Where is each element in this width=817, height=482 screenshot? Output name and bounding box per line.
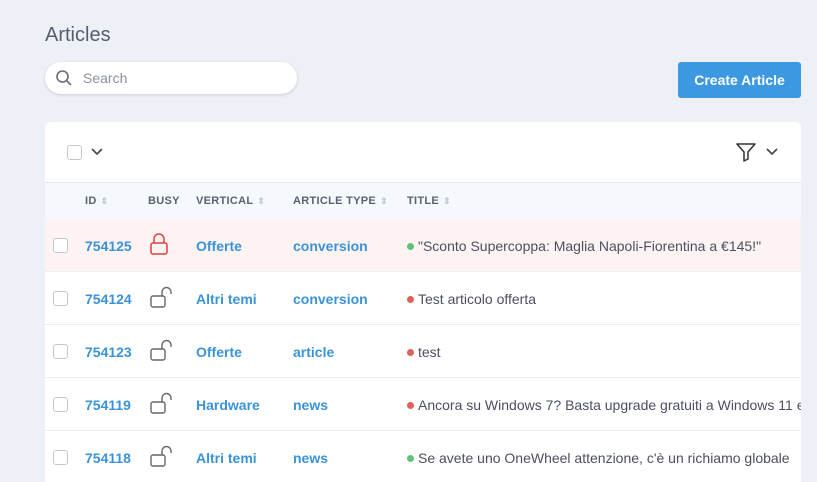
- table-row[interactable]: 754119 Hardware news Ancora su Windows 7? B…: [45, 378, 801, 431]
- column-header-id[interactable]: ID ⇕: [85, 195, 108, 207]
- table-row[interactable]: 754118 Altri temi news Se avete uno OneWhee…: [45, 431, 801, 482]
- sort-icon[interactable]: ⇕: [257, 196, 265, 206]
- status-dot-icon: [407, 243, 414, 250]
- status-dot-icon: [407, 402, 414, 409]
- column-header-vertical[interactable]: VERTICAL ⇕: [196, 195, 265, 207]
- article-title[interactable]: "Sconto Supercoppa: Maglia Napoli-Fioren…: [407, 238, 761, 254]
- title-text: Test articolo offerta: [418, 291, 537, 307]
- title-text: Ancora su Windows 7? Basta upgrade gratu…: [418, 397, 801, 413]
- status-dot-icon: [407, 296, 414, 303]
- header-label: TITLE: [407, 195, 440, 207]
- title-text: test: [418, 344, 441, 360]
- sort-icon[interactable]: ⇕: [101, 196, 109, 206]
- article-type-link[interactable]: conversion: [293, 291, 368, 307]
- search-input[interactable]: [83, 70, 273, 86]
- search-icon: [56, 70, 72, 86]
- column-header-busy: BUSY: [148, 195, 180, 207]
- article-type-link[interactable]: conversion: [293, 238, 368, 254]
- table-row[interactable]: 754124 Altri temi conversion Test articolo …: [45, 272, 801, 325]
- article-type-link[interactable]: news: [293, 397, 328, 413]
- row-checkbox[interactable]: [53, 397, 68, 412]
- row-checkbox[interactable]: [53, 344, 68, 359]
- article-id-link[interactable]: 754123: [85, 344, 132, 360]
- table-header: ID ⇕ BUSY VERTICAL ⇕ ARTICLE TYPE ⇕ TITLE ⇕: [45, 183, 801, 219]
- row-checkbox[interactable]: [53, 450, 68, 465]
- article-title[interactable]: Test articolo offerta: [407, 291, 536, 307]
- article-type-link[interactable]: article: [293, 344, 334, 360]
- select-all-checkbox[interactable]: [67, 145, 82, 160]
- title-text: "Sconto Supercoppa: Maglia Napoli-Fioren…: [418, 238, 762, 254]
- row-checkbox[interactable]: [53, 291, 68, 306]
- article-title[interactable]: Se avete uno OneWheel attenzione, c'è un…: [407, 450, 790, 466]
- table-toolbar: [45, 122, 801, 183]
- vertical-link[interactable]: Offerte: [196, 344, 242, 360]
- vertical-link[interactable]: Altri temi: [196, 291, 257, 307]
- title-text: Se avete uno OneWheel attenzione, c'è un…: [418, 450, 790, 466]
- header-label: ARTICLE TYPE: [293, 195, 377, 207]
- article-title[interactable]: Ancora su Windows 7? Basta upgrade gratu…: [407, 397, 801, 413]
- header-label: VERTICAL: [196, 195, 254, 207]
- table-row[interactable]: 754123 Offerte article test: [45, 325, 801, 378]
- lock-open-icon[interactable]: [149, 445, 173, 470]
- lock-open-icon[interactable]: [149, 286, 173, 311]
- article-id-link[interactable]: 754124: [85, 291, 132, 307]
- lock-open-icon[interactable]: [149, 392, 173, 417]
- sort-icon[interactable]: ⇕: [380, 196, 388, 206]
- lock-closed-icon[interactable]: [149, 233, 169, 258]
- chevron-down-icon[interactable]: [766, 148, 778, 156]
- row-checkbox[interactable]: [53, 238, 68, 253]
- sort-icon[interactable]: ⇕: [443, 196, 451, 206]
- article-type-link[interactable]: news: [293, 450, 328, 466]
- chevron-down-icon[interactable]: [91, 148, 103, 156]
- filter-icon[interactable]: [735, 141, 757, 163]
- column-header-article-type[interactable]: ARTICLE TYPE ⇕: [293, 195, 388, 207]
- article-id-link[interactable]: 754119: [85, 397, 131, 413]
- vertical-link[interactable]: Altri temi: [196, 450, 257, 466]
- header-label: BUSY: [148, 195, 180, 207]
- article-id-link[interactable]: 754118: [85, 450, 131, 466]
- vertical-link[interactable]: Offerte: [196, 238, 242, 254]
- search-box[interactable]: [45, 62, 297, 94]
- status-dot-icon: [407, 349, 414, 356]
- table-row[interactable]: 754125 Offerte conversion "Sconto Supercopp…: [45, 219, 801, 272]
- header-label: ID: [85, 195, 97, 207]
- lock-open-icon[interactable]: [149, 339, 173, 364]
- vertical-link[interactable]: Hardware: [196, 397, 260, 413]
- column-header-title[interactable]: TITLE ⇕: [407, 195, 451, 207]
- articles-table: ID ⇕ BUSY VERTICAL ⇕ ARTICLE TYPE ⇕ TITLE ⇕ 7541…: [45, 122, 801, 482]
- status-dot-icon: [407, 455, 414, 462]
- article-id-link[interactable]: 754125: [85, 238, 132, 254]
- article-title[interactable]: test: [407, 344, 441, 360]
- page-title: Articles: [45, 24, 111, 46]
- create-article-button[interactable]: Create Article: [678, 62, 801, 98]
